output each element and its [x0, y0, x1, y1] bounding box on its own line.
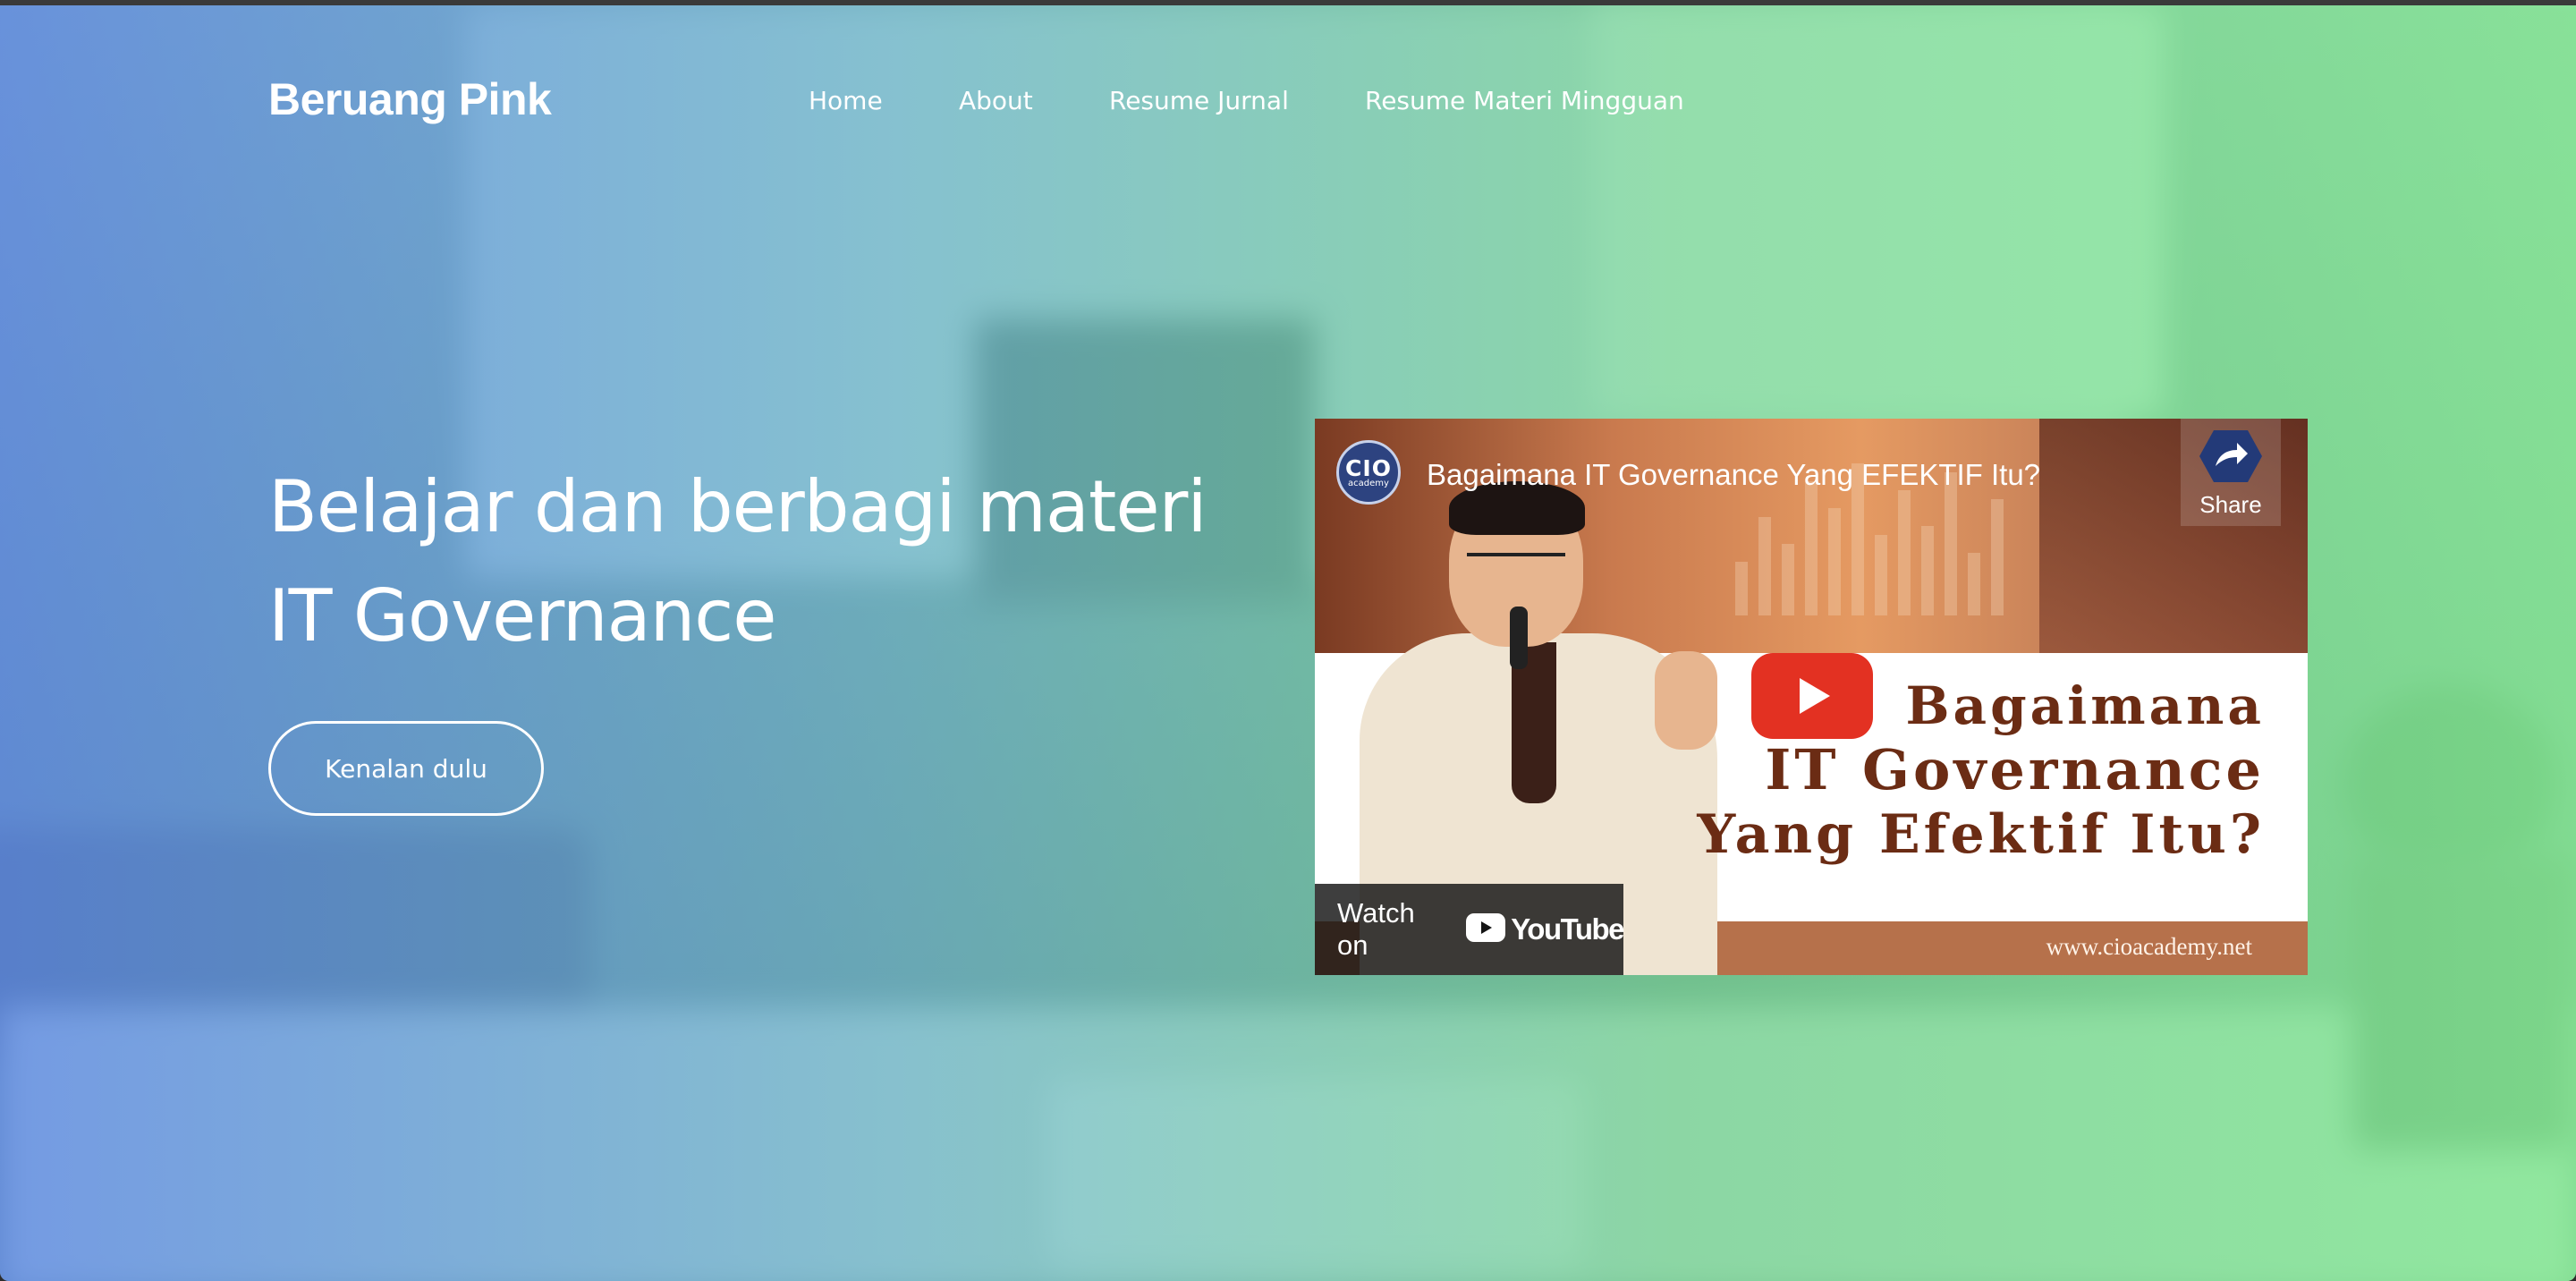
share-arrow-icon — [2198, 427, 2264, 489]
video-title[interactable]: Bagaimana IT Governance Yang EFEKTIF Itu… — [1427, 458, 2040, 492]
nav-about[interactable]: About — [959, 86, 1033, 115]
hero-headline-line1: Belajar dan berbagi materi — [268, 465, 1208, 548]
hero-headline-line2: IT Governance — [268, 574, 777, 657]
nav-resume-materi-mingguan[interactable]: Resume Materi Mingguan — [1365, 86, 1684, 115]
thumbnail-title-line2: IT Governance — [1765, 737, 2265, 802]
share-label: Share — [2199, 490, 2262, 518]
channel-avatar-subtext: academy — [1348, 478, 1389, 488]
microphone — [1510, 607, 1528, 669]
youtube-logo-icon — [1466, 913, 1506, 946]
hero-section: Beruang Pink Home About Resume Jurnal Re… — [0, 5, 2576, 1281]
youtube-video-embed[interactable]: Bagaimana IT Governance Yang Efektif Itu… — [1315, 419, 2308, 975]
thumbnail-title-line3: Yang Efektif Itu? — [1697, 803, 2265, 866]
nav-resume-jurnal[interactable]: Resume Jurnal — [1109, 86, 1289, 115]
hero-headline: Belajar dan berbagi materi IT Governance — [268, 453, 1306, 671]
thumbnail-website: www.cioacademy.net — [2046, 933, 2252, 960]
channel-avatar[interactable]: CIO academy — [1336, 440, 1401, 505]
kenalan-dulu-button[interactable]: Kenalan dulu — [268, 721, 544, 816]
watch-on-label: Watch on — [1337, 897, 1415, 961]
youtube-wordmark: YouTube — [1511, 912, 1624, 946]
share-button[interactable]: Share — [2181, 419, 2281, 526]
youtube-logo: YouTube — [1466, 912, 1624, 946]
speaker-glasses — [1467, 553, 1565, 574]
brand-logo-text[interactable]: Beruang Pink — [268, 73, 552, 125]
channel-avatar-text: CIO — [1345, 454, 1392, 481]
play-icon — [1751, 653, 1873, 742]
nav-home[interactable]: Home — [809, 86, 883, 115]
watch-on-youtube-button[interactable]: Watch on YouTube — [1315, 884, 1624, 975]
play-button[interactable] — [1751, 653, 1873, 739]
